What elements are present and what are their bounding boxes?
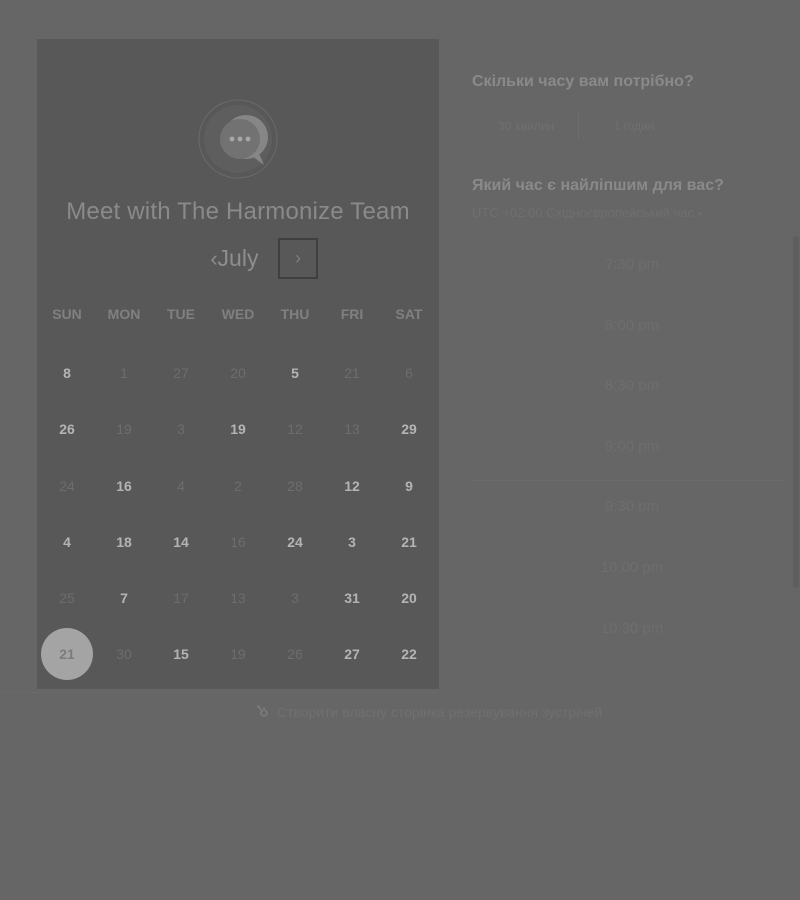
calendar-day[interactable]: 20	[383, 572, 435, 624]
time-slot[interactable]: 7:30 pm	[552, 256, 712, 273]
chat-bubble-logo-icon	[198, 99, 278, 179]
calendar-day: 13	[230, 590, 246, 606]
weekday-sun: SUN	[52, 306, 82, 322]
calendar-day: 24	[59, 478, 75, 494]
calendar-day: 21	[344, 365, 360, 381]
time-slot[interactable]: 9:00 pm	[552, 438, 712, 455]
calendar-day: 19	[230, 646, 246, 662]
calendar-day: 2	[234, 478, 242, 494]
time-slot[interactable]: 8:30 pm	[552, 377, 712, 394]
calendar-day[interactable]: 5	[269, 347, 321, 399]
calendar-day: 19	[116, 421, 132, 437]
duration-1hour-button[interactable]: 1 годин	[586, 112, 682, 140]
calendar-day[interactable]: 4	[41, 516, 93, 568]
calendar-day[interactable]: 15	[155, 628, 207, 680]
calendar-day: 12	[287, 421, 303, 437]
calendar-day[interactable]: 21	[383, 516, 435, 568]
calendar-day: 3	[177, 421, 185, 437]
weekday-sat: SAT	[395, 306, 423, 322]
duration-30min-button[interactable]: 30 хвилин	[478, 112, 574, 140]
weekday-wed: WED	[221, 306, 255, 322]
footer-divider	[0, 692, 440, 693]
calendar-title: Meet with The Harmonize Team	[66, 198, 410, 225]
calendar-day[interactable]: 29	[383, 403, 435, 455]
calendar-day[interactable]: 7	[98, 572, 150, 624]
calendar-day[interactable]: 16	[98, 460, 150, 512]
sprocket-icon	[256, 704, 274, 720]
calendar-day: 16	[230, 534, 246, 550]
calendar-day[interactable]: 12	[326, 460, 378, 512]
timezone-label: UTC +02:00 Східноєвропейський час	[472, 205, 694, 220]
weekday-tue: TUE	[167, 306, 195, 322]
month-navigation: ‹ July ›	[37, 238, 439, 282]
calendar-day: 1	[120, 365, 128, 381]
calendar-day: 4	[177, 478, 185, 494]
time-slot-divider	[472, 480, 784, 481]
calendar-day[interactable]: 9	[383, 460, 435, 512]
time-slot[interactable]: 10:30 pm	[552, 620, 712, 637]
weekday-thu: THU	[280, 306, 310, 322]
time-slot[interactable]: 9:30 pm	[552, 498, 712, 515]
duration-question: Скільки часу вам потрібно?	[472, 73, 694, 90]
calendar-day[interactable]: 19	[212, 403, 264, 455]
duration-divider	[578, 113, 579, 139]
calendar-day[interactable]: 14	[155, 516, 207, 568]
weekday-fri: FRI	[340, 306, 364, 322]
calendar-day: 26	[287, 646, 303, 662]
calendar-day: 28	[287, 478, 303, 494]
calendar-day: 25	[59, 590, 75, 606]
create-booking-page-link[interactable]: Створити власну сторінка резервування зу…	[256, 704, 602, 720]
calendar-day: 20	[230, 365, 246, 381]
weekday-mon: MON	[107, 306, 141, 322]
time-slot[interactable]: 10:00 pm	[552, 559, 712, 576]
calendar-day[interactable]: 3	[326, 516, 378, 568]
calendar-day[interactable]: 18	[98, 516, 150, 568]
selected-day[interactable]: 21	[41, 628, 93, 680]
calendar-day[interactable]: 8	[41, 347, 93, 399]
calendar-day[interactable]: 24	[269, 516, 321, 568]
chevron-down-icon: ▾	[697, 209, 703, 219]
month-label: July	[217, 245, 259, 271]
calendar-day: 3	[291, 590, 299, 606]
next-month-button[interactable]: ›	[278, 238, 318, 279]
calendar-day[interactable]: 22	[383, 628, 435, 680]
calendar-day: 27	[173, 365, 189, 381]
time-slots-scrollbar[interactable]	[793, 236, 799, 588]
calendar-day[interactable]: 31	[326, 572, 378, 624]
calendar-day: 13	[344, 421, 360, 437]
calendar-day: 30	[116, 646, 132, 662]
weekday-header: SUN MON TUE WED THU FRI SAT	[37, 306, 439, 330]
calendar-day: 17	[173, 590, 189, 606]
timezone-select[interactable]: UTC +02:00 Східноєвропейський час ▾	[472, 205, 703, 220]
time-question: Який час є найліпшим для вас?	[472, 177, 724, 194]
time-slot[interactable]: 8:00 pm	[552, 317, 712, 334]
calendar-day: 6	[405, 365, 413, 381]
calendar-day[interactable]: 26	[41, 403, 93, 455]
calendar-day[interactable]: 27	[326, 628, 378, 680]
create-booking-page-label: Створити власну сторінка резервування зу…	[276, 704, 603, 720]
